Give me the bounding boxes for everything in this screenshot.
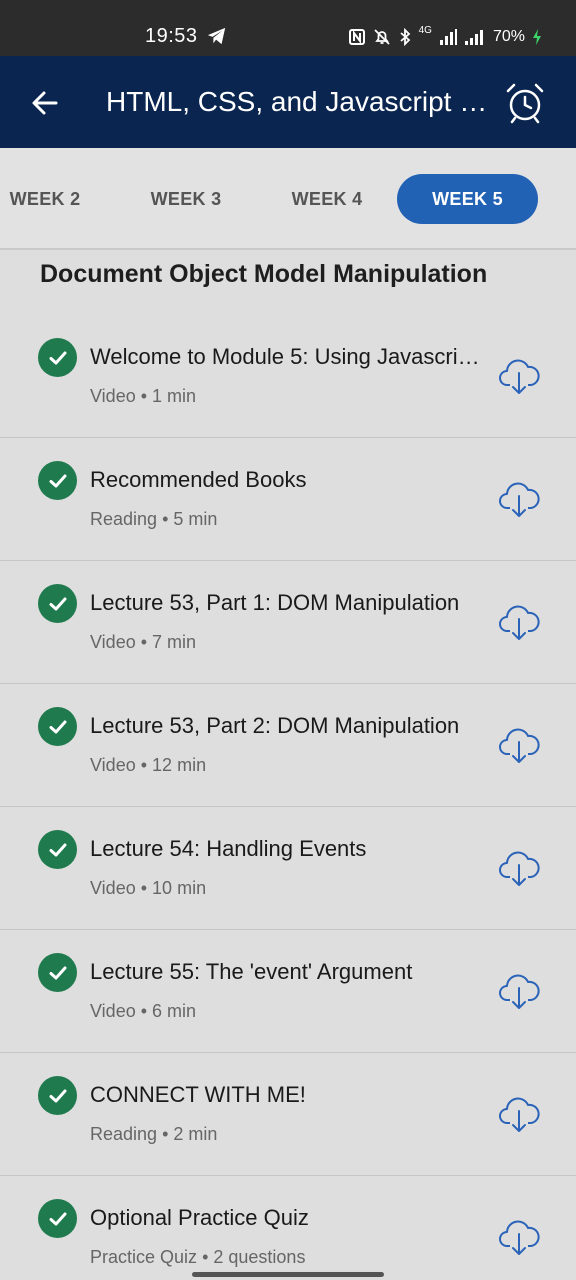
item-type: Video	[90, 755, 136, 775]
tab-week-4[interactable]: WEEK 4	[269, 174, 385, 224]
item-meta: Reading • 5 min	[90, 506, 470, 532]
item-type: Video	[90, 878, 136, 898]
item-type: Reading	[90, 509, 158, 529]
meta-separator: •	[162, 1124, 174, 1144]
check-icon	[38, 338, 77, 377]
meta-separator: •	[162, 509, 174, 529]
telegram-icon	[207, 27, 226, 45]
item-title: Lecture 53, Part 2: DOM Manipulation	[90, 713, 460, 738]
status-time: 19:53	[145, 25, 198, 47]
check-icon	[38, 1076, 77, 1115]
item-duration: 2 min	[173, 1124, 218, 1144]
item-meta: Video • 12 min	[90, 752, 470, 778]
meta-separator: •	[202, 1247, 214, 1267]
tab-week-5[interactable]: WEEK 5	[397, 174, 538, 224]
battery-percent: 70%	[492, 28, 525, 45]
course-title: HTML, CSS, and Javascript for Web Develo…	[106, 86, 490, 117]
section-title: Document Object Model Manipulation	[40, 260, 488, 288]
item-meta: Video • 6 min	[90, 998, 470, 1024]
tab-week-3[interactable]: WEEK 3	[128, 174, 244, 224]
meta-separator: •	[140, 755, 153, 775]
item-title: Lecture 54: Handling Events	[90, 836, 367, 861]
list-item[interactable]: Optional Practice Quiz Practice Quiz • 2…	[0, 1176, 576, 1280]
item-meta: Reading • 2 min	[90, 1121, 470, 1147]
item-duration: 2 questions	[213, 1247, 306, 1267]
meta-separator: •	[140, 632, 153, 652]
alarm-clock-icon	[506, 83, 544, 124]
item-duration: 1 min	[152, 386, 197, 406]
item-meta: Video • 7 min	[90, 629, 470, 655]
cloud-download-icon[interactable]	[498, 847, 540, 889]
bluetooth-icon	[400, 28, 410, 46]
tab-week-2[interactable]: WEEK 2	[0, 174, 90, 224]
list-item[interactable]: CONNECT WITH ME! Reading • 2 min	[0, 1053, 576, 1176]
cloud-download-icon[interactable]	[498, 355, 540, 397]
item-title: Lecture 55: The 'event' Argument	[90, 959, 413, 984]
item-title: Lecture 53, Part 1: DOM Manipulation	[90, 590, 460, 615]
cloud-download-icon[interactable]	[498, 601, 540, 643]
list-item[interactable]: Lecture 55: The 'event' Argument Video •…	[0, 930, 576, 1053]
item-duration: 5 min	[173, 509, 218, 529]
check-icon	[38, 1199, 77, 1238]
cloud-download-icon[interactable]	[498, 1093, 540, 1135]
mute-icon	[373, 29, 390, 45]
item-title: Recommended Books	[90, 467, 307, 492]
list-item[interactable]: Lecture 53, Part 1: DOM Manipulation Vid…	[0, 561, 576, 684]
item-title: Optional Practice Quiz	[90, 1205, 309, 1230]
alarm-button[interactable]	[500, 78, 550, 128]
check-icon	[38, 953, 77, 992]
list-item[interactable]: Lecture 53, Part 2: DOM Manipulation Vid…	[0, 684, 576, 807]
cloud-download-icon[interactable]	[498, 970, 540, 1012]
meta-separator: •	[140, 386, 153, 406]
status-icons: 4G 70%	[348, 26, 542, 48]
check-icon	[38, 707, 77, 746]
app-bar: HTML, CSS, and Javascript for Web Develo…	[0, 56, 576, 148]
item-title: CONNECT WITH ME!	[90, 1082, 306, 1107]
signal-icon	[439, 29, 457, 45]
item-duration: 10 min	[152, 878, 207, 898]
signal-icon	[464, 30, 483, 45]
list-item[interactable]: Recommended Books Reading • 5 min	[0, 438, 576, 561]
arrow-left-icon	[32, 91, 58, 115]
battery-charging-icon	[533, 29, 541, 45]
nfc-icon	[348, 29, 365, 45]
item-type: Practice Quiz	[90, 1247, 198, 1267]
cloud-download-icon[interactable]	[498, 478, 540, 520]
item-type: Reading	[90, 1124, 158, 1144]
check-icon	[38, 584, 77, 623]
list-item[interactable]: Lecture 54: Handling Events Video • 10 m…	[0, 807, 576, 930]
cloud-download-icon[interactable]	[498, 724, 540, 766]
item-duration: 7 min	[152, 632, 197, 652]
item-duration: 6 min	[152, 1001, 197, 1021]
item-type: Video	[90, 632, 136, 652]
meta-separator: •	[140, 878, 153, 898]
check-icon	[38, 461, 77, 500]
back-button[interactable]	[24, 82, 66, 124]
lesson-list: Welcome to Module 5: Using Javascript to…	[0, 315, 576, 1280]
check-icon	[38, 830, 77, 869]
item-meta: Practice Quiz • 2 questions	[90, 1244, 470, 1270]
item-title: Welcome to Module 5: Using Javascript to…	[90, 344, 480, 369]
list-item[interactable]: Welcome to Module 5: Using Javascript to…	[0, 315, 576, 438]
item-meta: Video • 1 min	[90, 383, 470, 409]
item-meta: Video • 10 min	[90, 875, 470, 901]
network-type: 4G	[418, 25, 432, 36]
status-bar: 19:53 4G 70%	[0, 0, 576, 56]
item-duration: 12 min	[152, 755, 207, 775]
item-type: Video	[90, 386, 136, 406]
week-tabs: WEEK 2 WEEK 3 WEEK 4 WEEK 5	[0, 148, 576, 250]
meta-separator: •	[140, 1001, 153, 1021]
cloud-download-icon[interactable]	[498, 1216, 540, 1258]
home-indicator[interactable]	[192, 1272, 384, 1277]
item-type: Video	[90, 1001, 136, 1021]
